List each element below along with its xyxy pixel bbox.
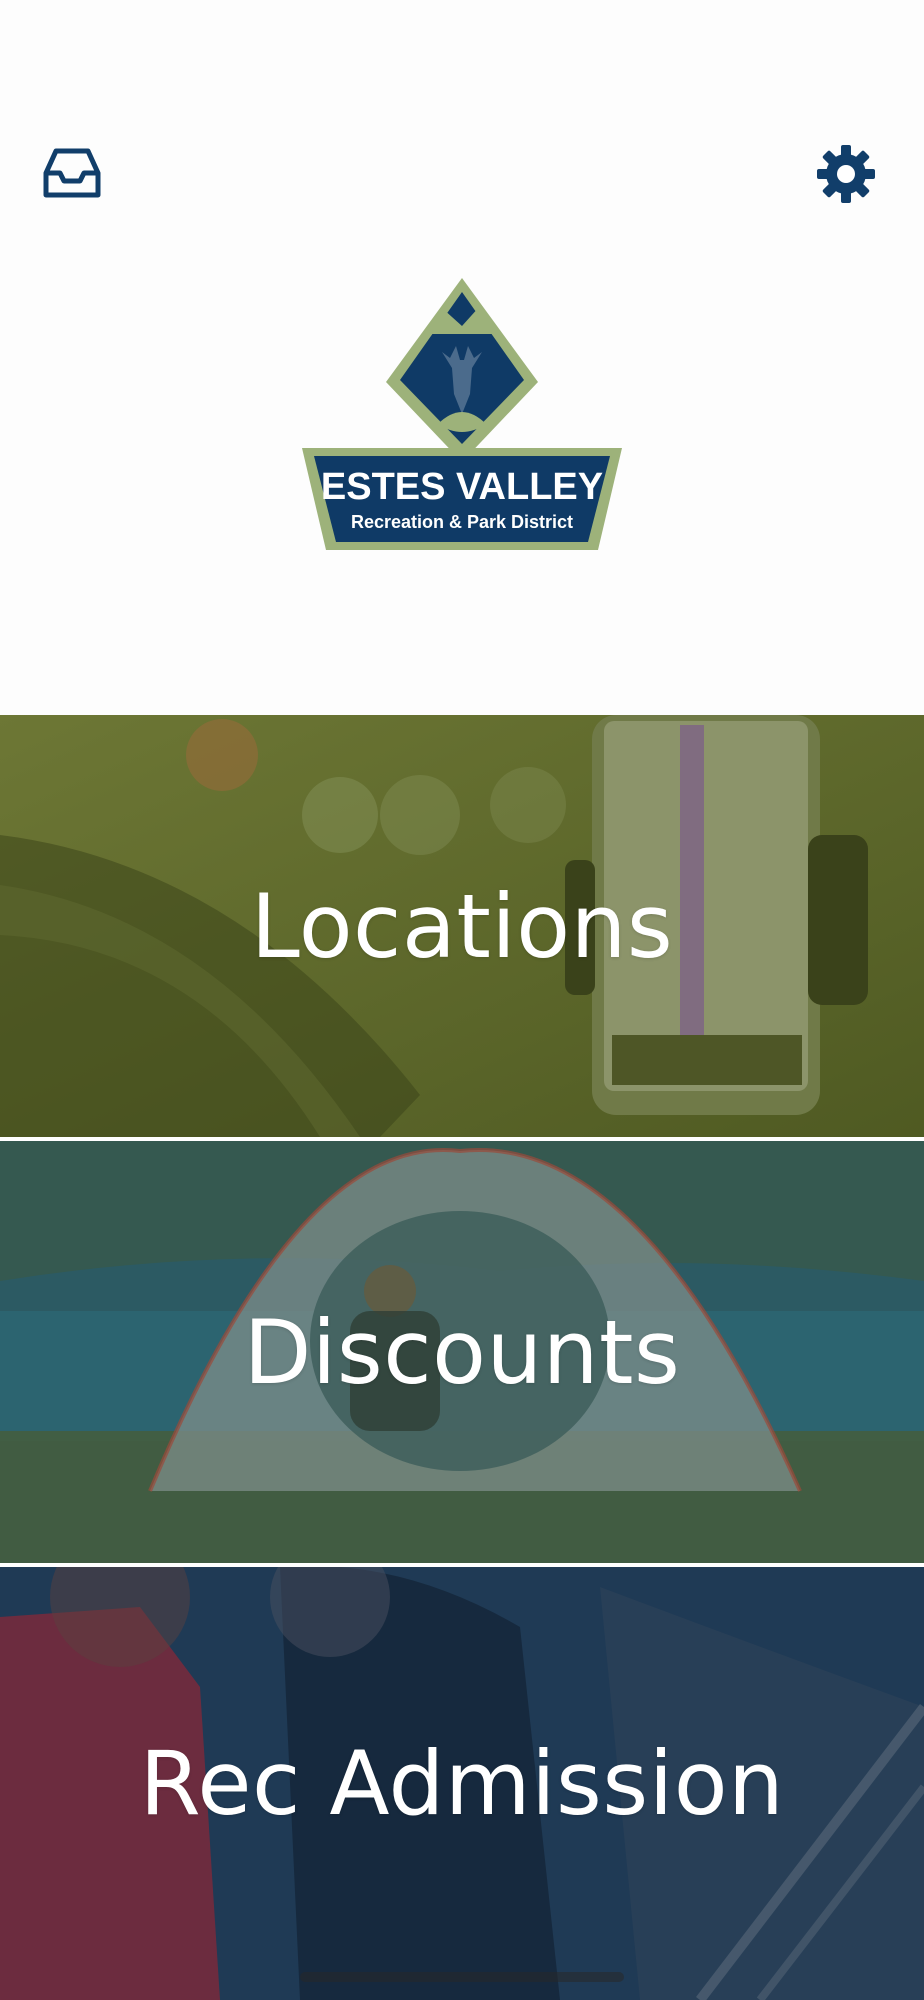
logo-title: ESTES VALLEY [321, 466, 603, 508]
inbox-button[interactable] [40, 145, 104, 201]
gear-icon [817, 145, 875, 203]
tile-rec-admission-label: Rec Admission [139, 1732, 785, 1835]
district-logo: ESTES VALLEY Recreation & Park District [302, 274, 622, 554]
home-indicator[interactable] [300, 1972, 624, 1982]
settings-button[interactable] [815, 143, 877, 205]
logo-subtitle: Recreation & Park District [351, 512, 573, 532]
tile-locations-label: Locations [250, 874, 674, 978]
tile-discounts-label: Discounts [243, 1300, 681, 1404]
inbox-icon [43, 148, 101, 198]
tile-discounts[interactable]: Discounts [0, 1141, 924, 1563]
tile-locations[interactable]: Locations [0, 715, 924, 1137]
header: ESTES VALLEY Recreation & Park District [0, 0, 924, 715]
tile-rec-admission[interactable]: Rec Admission [0, 1567, 924, 2000]
